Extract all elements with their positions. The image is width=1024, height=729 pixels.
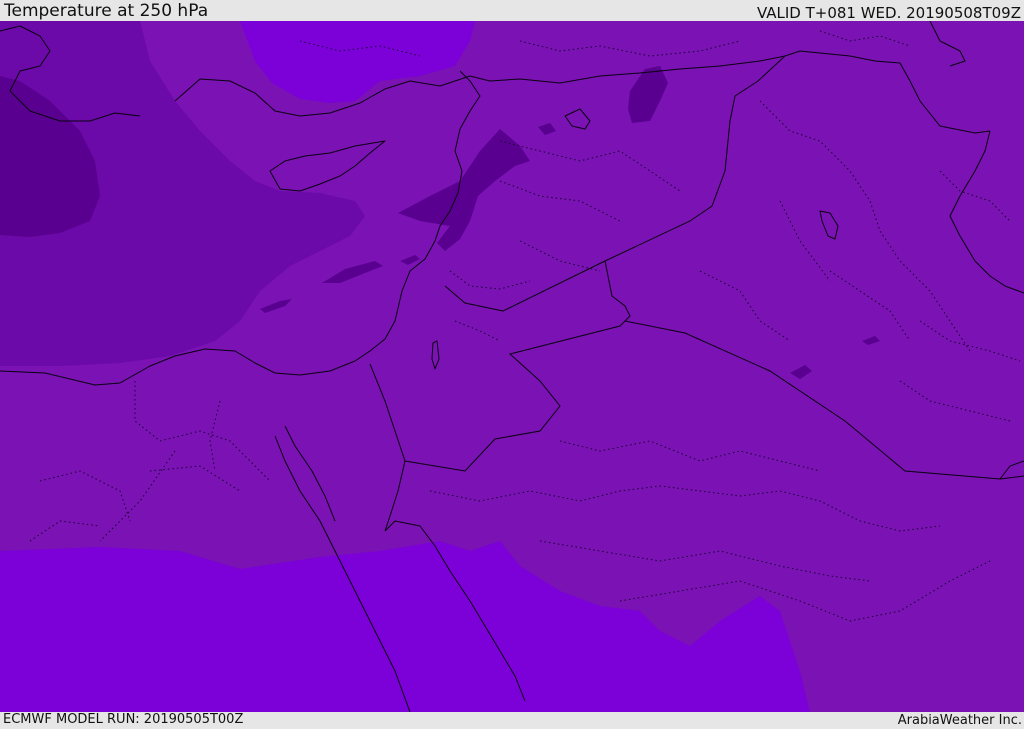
map-title: Temperature at 250 hPa bbox=[4, 1, 209, 21]
weather-map-app: Temperature at 250 hPa VALID T+081 WED. … bbox=[0, 0, 1024, 729]
model-run-label: ECMWF MODEL RUN: 20190505T00Z bbox=[3, 712, 244, 727]
header-bar: Temperature at 250 hPa VALID T+081 WED. … bbox=[0, 0, 1024, 21]
footer-bar: ECMWF MODEL RUN: 20190505T00Z ArabiaWeat… bbox=[0, 712, 1024, 729]
credit-label: ArabiaWeather Inc. bbox=[897, 713, 1022, 728]
temperature-map bbox=[0, 21, 1024, 712]
valid-time-label: VALID T+081 WED. 20190508T09Z bbox=[756, 4, 1021, 22]
